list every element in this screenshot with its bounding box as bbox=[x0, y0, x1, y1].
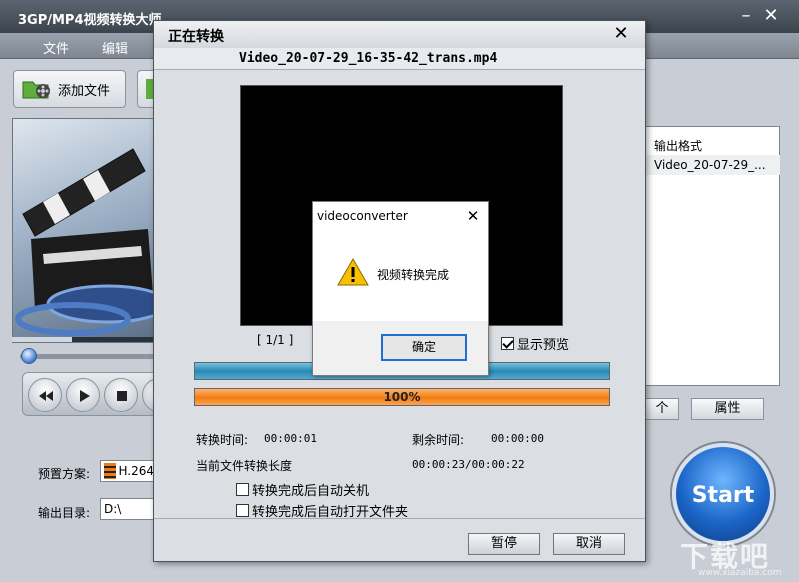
auto-shutdown-label: 转换完成后自动关机 bbox=[252, 484, 370, 499]
conversion-file-header: Video_20-07-29_16-35-42_trans.mp4 bbox=[154, 48, 645, 70]
close-icon[interactable]: ✕ bbox=[760, 5, 782, 27]
message-text: 视频转换完成 bbox=[377, 268, 450, 282]
list-item[interactable]: Video_20-07-29_... bbox=[646, 155, 780, 175]
file-length-value: 00:00:23/00:00:22 bbox=[412, 458, 525, 471]
seek-slider-track[interactable] bbox=[20, 354, 160, 359]
start-label: Start bbox=[691, 483, 755, 508]
rewind-button[interactable] bbox=[28, 378, 62, 412]
playback-controls bbox=[22, 372, 176, 416]
page-count: [ 1/1 ] bbox=[257, 333, 294, 347]
conversion-title: 正在转换 bbox=[168, 29, 224, 45]
start-button[interactable]: Start bbox=[672, 443, 774, 545]
folder-film-icon bbox=[22, 78, 52, 100]
preview-progress-bar bbox=[12, 337, 162, 342]
message-box-title: videoconverter bbox=[317, 209, 408, 223]
remaining-time-label: 剩余时间: bbox=[412, 433, 465, 447]
video-preview bbox=[12, 118, 162, 343]
film-icon bbox=[104, 463, 117, 479]
stop-button[interactable] bbox=[104, 378, 138, 412]
rewind-icon bbox=[39, 391, 53, 401]
message-box-footer: 确定 bbox=[313, 321, 488, 375]
convert-time-label: 转换时间: bbox=[196, 433, 249, 447]
clapperboard-film-icon bbox=[15, 148, 161, 336]
stop-icon bbox=[117, 391, 127, 401]
completion-message-box: videoconverter ✕ 视频转换完成 确定 bbox=[312, 201, 489, 376]
menu-file[interactable]: 文件 bbox=[43, 38, 69, 57]
checkbox-icon[interactable] bbox=[236, 483, 249, 496]
menu-edit[interactable]: 编辑 bbox=[102, 38, 128, 57]
preset-label: 预置方案: bbox=[38, 467, 91, 481]
close-icon[interactable]: ✕ bbox=[463, 206, 483, 226]
output-dir-input[interactable]: D:\ bbox=[100, 498, 155, 520]
play-button[interactable] bbox=[66, 378, 100, 412]
convert-time-value: 00:00:01 bbox=[264, 432, 317, 445]
output-list: 输出格式 Video_20-07-29_... bbox=[645, 126, 780, 386]
close-icon[interactable]: ✕ bbox=[609, 23, 633, 45]
auto-shutdown-option[interactable]: 转换完成后自动关机 bbox=[236, 480, 369, 499]
show-preview-checkbox[interactable]: 显示预览 bbox=[501, 334, 569, 353]
pause-button[interactable]: 暂停 bbox=[468, 533, 540, 555]
warning-icon bbox=[337, 257, 369, 286]
partial-button[interactable]: 个 bbox=[645, 398, 679, 420]
output-file-name: Video_20-07-29_... bbox=[654, 158, 766, 172]
total-progress-bar: 100% bbox=[194, 388, 610, 406]
app-title: 3GP/MP4视频转换大师 bbox=[18, 13, 162, 28]
ok-button[interactable]: 确定 bbox=[381, 334, 467, 361]
play-icon bbox=[80, 390, 90, 402]
output-format-header: 输出格式 bbox=[654, 139, 703, 153]
output-dir-label: 输出目录: bbox=[38, 506, 91, 520]
seek-slider-handle[interactable] bbox=[21, 348, 37, 364]
checkbox-checked-icon[interactable] bbox=[501, 337, 514, 350]
add-file-label: 添加文件 bbox=[58, 83, 111, 99]
file-length-label: 当前文件转换长度 bbox=[196, 459, 293, 473]
total-progress-fill: 100% bbox=[195, 389, 609, 405]
cancel-button[interactable]: 取消 bbox=[553, 533, 625, 555]
conversion-titlebar: 正在转换 ✕ bbox=[154, 21, 645, 48]
remaining-time-value: 00:00:00 bbox=[491, 432, 544, 445]
watermark-url: www.xiazaiba.com bbox=[698, 568, 782, 578]
minimize-button[interactable]: – bbox=[735, 5, 757, 27]
properties-button[interactable]: 属性 bbox=[691, 398, 764, 420]
conversion-filename: Video_20-07-29_16-35-42_trans.mp4 bbox=[239, 51, 498, 66]
preset-select[interactable]: H.264 bbox=[100, 460, 155, 482]
conversion-footer: 暂停 取消 bbox=[154, 518, 645, 561]
checkbox-icon[interactable] bbox=[236, 504, 249, 517]
show-preview-label: 显示预览 bbox=[517, 338, 570, 353]
add-file-button[interactable]: 添加文件 bbox=[13, 70, 126, 108]
preset-value: H.264 bbox=[118, 464, 154, 478]
